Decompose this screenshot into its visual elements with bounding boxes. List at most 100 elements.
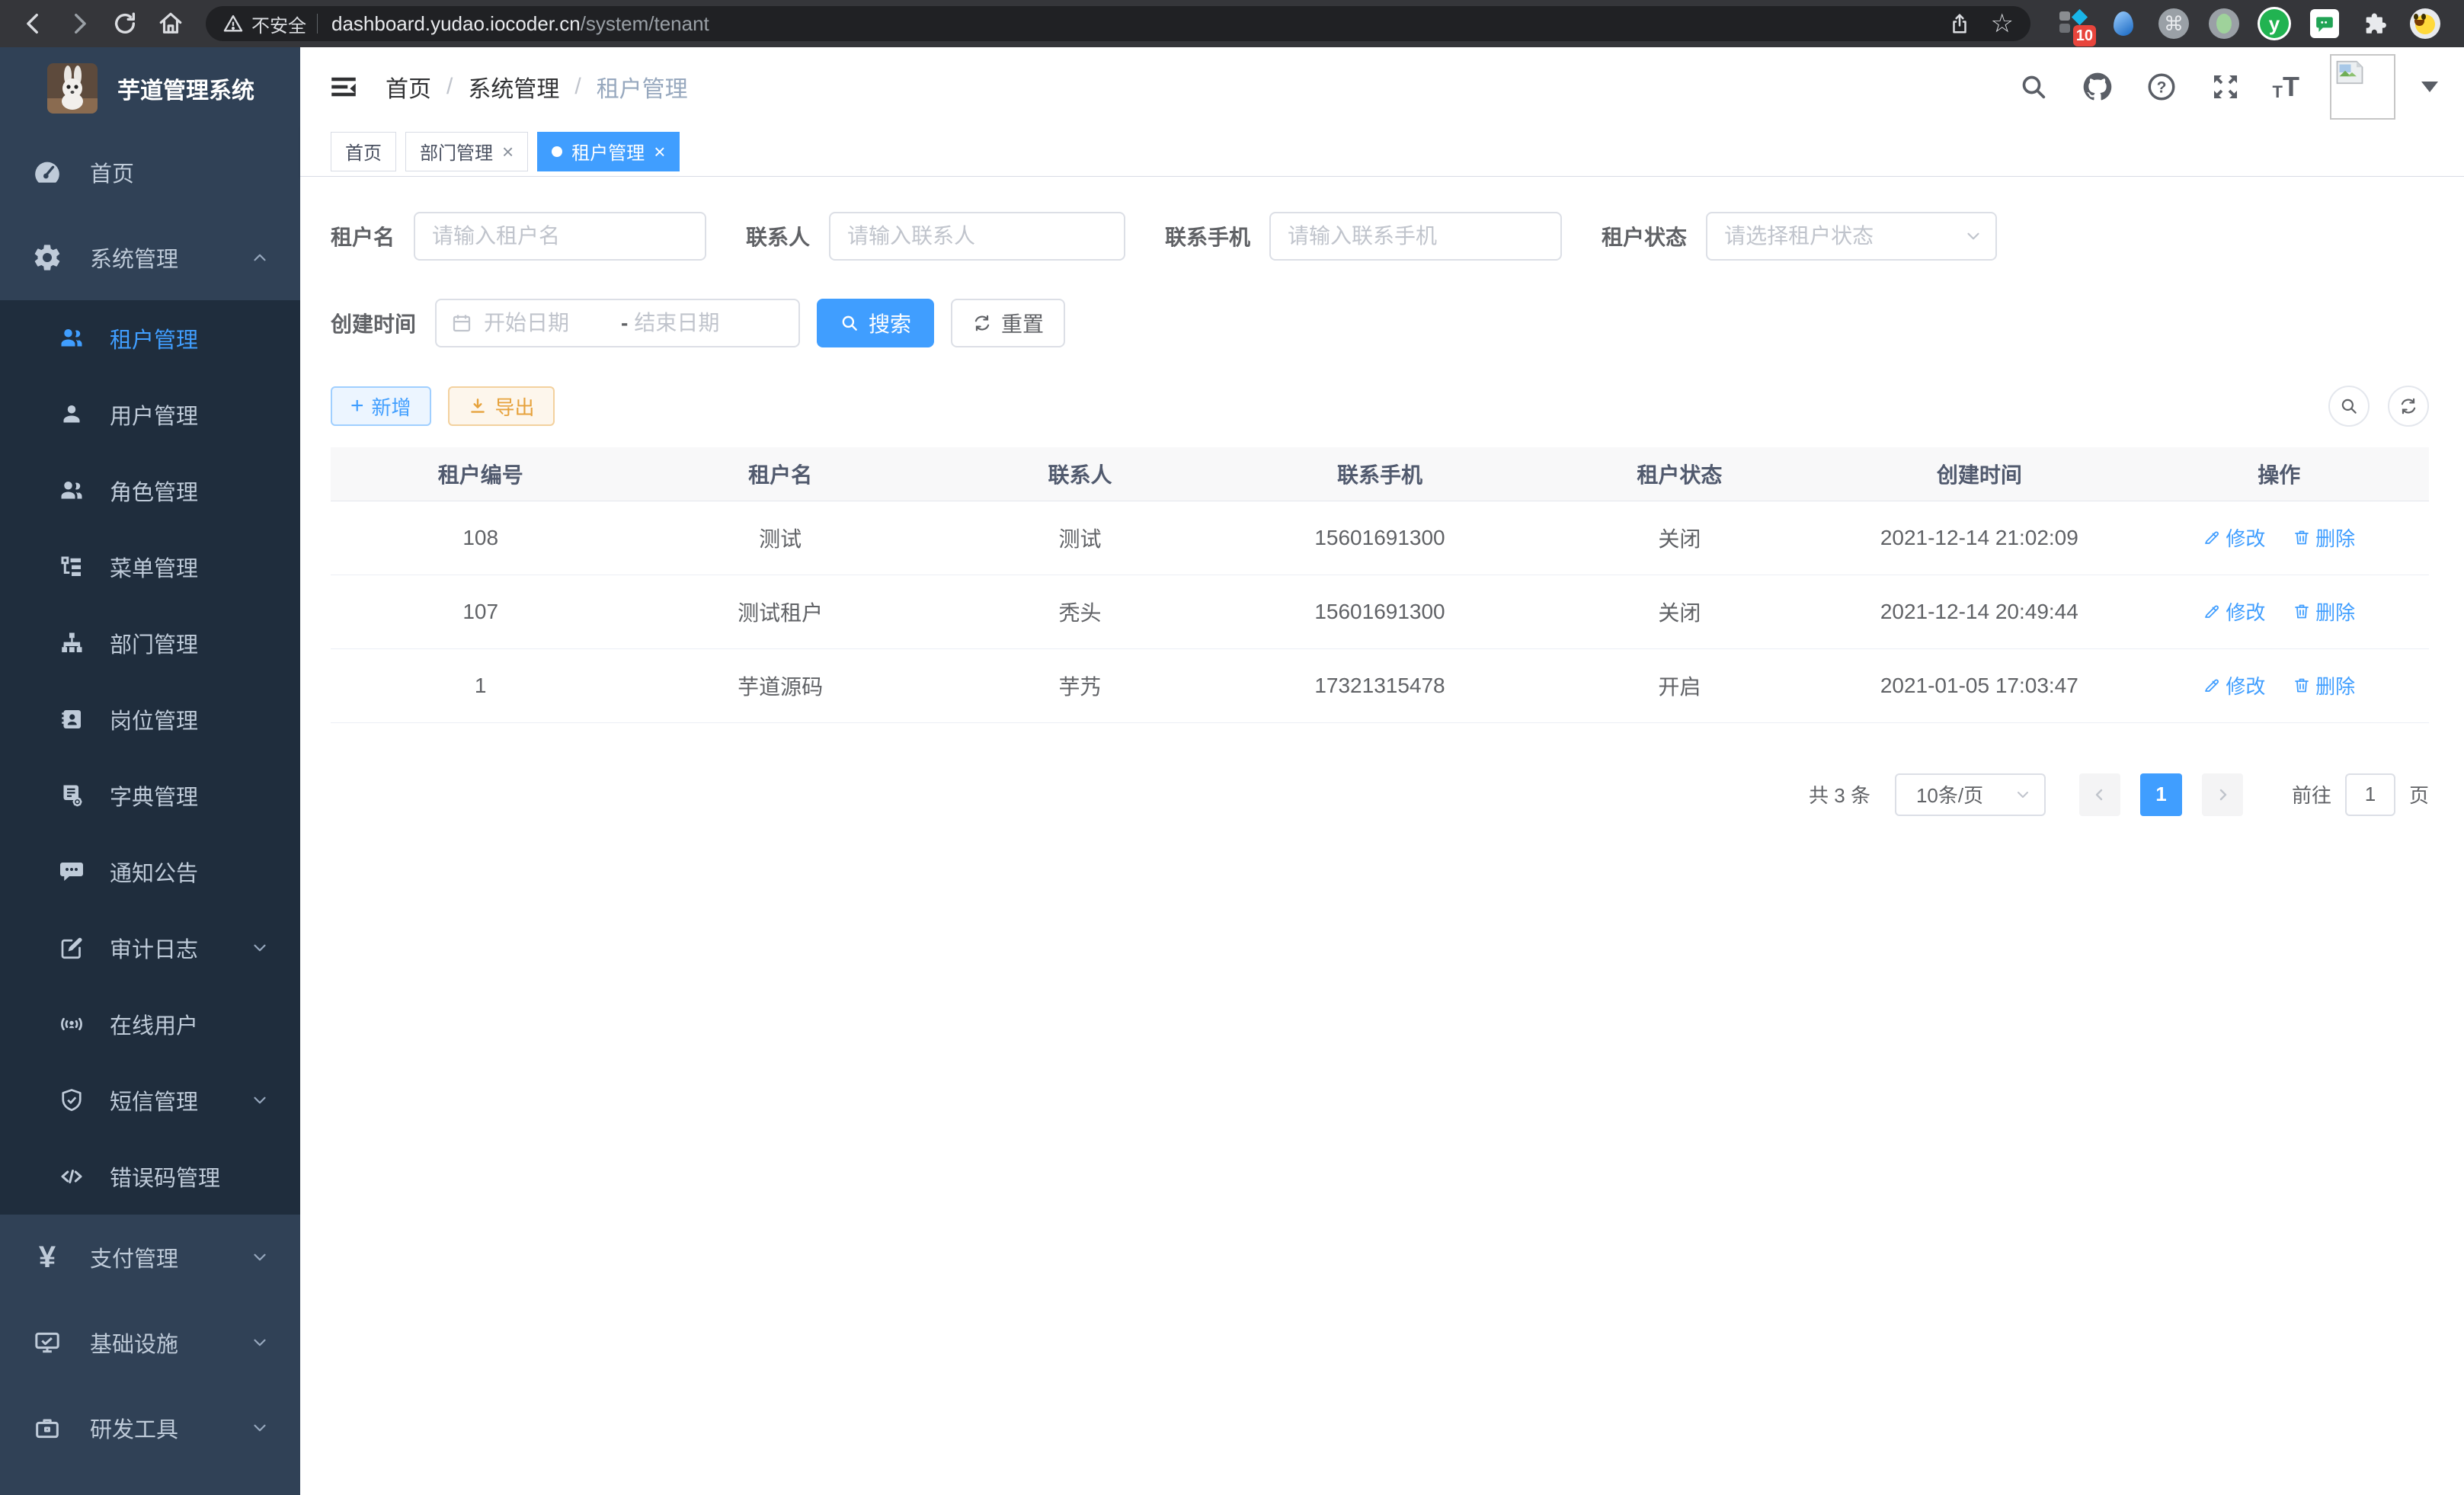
sidebar-collapse-icon[interactable] — [326, 69, 361, 104]
chevron-down-icon — [250, 938, 270, 958]
goto-label: 前往 — [2292, 780, 2331, 808]
date-range-separator: - — [621, 311, 628, 335]
monitor-icon — [30, 1326, 64, 1359]
chevron-left-icon — [2091, 786, 2109, 804]
contact-input[interactable] — [829, 212, 1125, 261]
back-icon[interactable] — [14, 4, 53, 43]
toggle-search-button[interactable] — [2328, 386, 2370, 427]
breadcrumb-system[interactable]: 系统管理 — [468, 70, 559, 104]
column-header: 操作 — [2130, 447, 2429, 501]
export-button[interactable]: 导出 — [448, 386, 555, 426]
home-icon[interactable] — [151, 4, 190, 43]
sidebar-item-devtools[interactable]: 研发工具 — [0, 1385, 300, 1471]
page-size-select[interactable]: 10条/页 — [1895, 773, 2046, 816]
extension-emoji-icon[interactable] — [2408, 7, 2442, 40]
sidebar-item-sms[interactable]: 短信管理 — [0, 1062, 300, 1138]
extension-y-icon[interactable]: y — [2258, 7, 2291, 40]
sidebar-item-home[interactable]: 首页 — [0, 130, 300, 215]
sidebar-item-label: 通知公告 — [110, 856, 198, 888]
next-page-button[interactable] — [2202, 773, 2243, 816]
sidebar-item-notice[interactable]: 通知公告 — [0, 834, 300, 910]
org-tree-icon — [56, 628, 87, 658]
chevron-up-icon — [250, 248, 270, 267]
users-icon — [56, 475, 87, 506]
cell-mobile: 15601691300 — [1230, 501, 1529, 575]
refresh-button[interactable] — [2388, 386, 2429, 427]
prev-page-button[interactable] — [2079, 773, 2120, 816]
table-toolbar: + 新增 导出 — [331, 386, 2429, 427]
column-header: 租户状态 — [1530, 447, 1829, 501]
cell-mobile: 17321315478 — [1230, 648, 1529, 722]
avatar[interactable] — [2330, 54, 2395, 120]
reset-button[interactable]: 重置 — [951, 299, 1065, 347]
search-button[interactable]: 搜索 — [817, 299, 934, 347]
date-start-input[interactable] — [484, 311, 615, 335]
github-icon[interactable] — [2081, 70, 2114, 104]
sidebar-item-label: 短信管理 — [110, 1084, 198, 1116]
cell-contact: 测试 — [930, 501, 1230, 575]
share-icon[interactable] — [1948, 12, 1971, 35]
edit-link[interactable]: 修改 — [2203, 523, 2265, 552]
chevron-down-icon — [2014, 786, 2032, 804]
status-select[interactable] — [1706, 212, 1997, 261]
close-icon[interactable]: × — [654, 142, 665, 162]
sidebar-item-tenant[interactable]: 租户管理 — [0, 300, 300, 376]
search-icon[interactable] — [2017, 70, 2050, 104]
sidebar-item-menu[interactable]: 菜单管理 — [0, 529, 300, 605]
bookmark-star-icon[interactable]: ☆ — [1991, 11, 2014, 37]
sidebar-item-error-code[interactable]: 错误码管理 — [0, 1138, 300, 1215]
extension-pinned-icon[interactable]: 10 — [2056, 7, 2090, 40]
status-select-input[interactable] — [1706, 212, 1997, 261]
cell-actions: 修改 删除 — [2130, 501, 2429, 575]
extensions-puzzle-icon[interactable] — [2358, 7, 2392, 40]
edit-icon — [2203, 602, 2221, 620]
extension-badge: 10 — [2073, 25, 2096, 46]
page-number-button[interactable]: 1 — [2140, 773, 2182, 816]
delete-link[interactable]: 删除 — [2293, 597, 2355, 626]
tab-tenant[interactable]: 租户管理 × — [537, 132, 680, 171]
forward-icon[interactable] — [59, 4, 99, 43]
date-range-picker[interactable]: - — [435, 299, 800, 347]
date-end-input[interactable] — [634, 311, 765, 335]
reload-icon[interactable] — [105, 4, 145, 43]
sidebar-item-dict[interactable]: 字典管理 — [0, 757, 300, 834]
delete-link[interactable]: 删除 — [2293, 523, 2355, 552]
cell-status: 关闭 — [1530, 575, 1829, 648]
edit-link[interactable]: 修改 — [2203, 671, 2265, 699]
goto-page-input[interactable] — [2345, 773, 2395, 816]
extension-record-icon[interactable] — [2207, 7, 2241, 40]
tab-dept[interactable]: 部门管理 × — [405, 132, 528, 171]
svg-text:?: ? — [2156, 78, 2166, 96]
help-icon[interactable]: ? — [2145, 70, 2178, 104]
font-size-icon[interactable]: TT — [2273, 73, 2299, 101]
url-bar[interactable]: 不安全 dashboard.yudao.iocoder.cn/system/te… — [206, 6, 2030, 41]
app-logo-row[interactable]: 芋道管理系统 — [0, 47, 300, 130]
breadcrumb-home[interactable]: 首页 — [386, 70, 431, 104]
fullscreen-icon[interactable] — [2209, 70, 2242, 104]
sidebar-item-audit-log[interactable]: 审计日志 — [0, 910, 300, 986]
sidebar-item-post[interactable]: 岗位管理 — [0, 681, 300, 757]
extension-balloon-icon[interactable] — [2107, 7, 2140, 40]
tab-home[interactable]: 首页 — [331, 132, 396, 171]
delete-link[interactable]: 删除 — [2293, 671, 2355, 699]
add-button[interactable]: + 新增 — [331, 386, 431, 426]
sidebar-item-role[interactable]: 角色管理 — [0, 453, 300, 529]
sidebar-item-label: 在线用户 — [110, 1008, 198, 1040]
caret-down-icon[interactable] — [2421, 82, 2438, 92]
edit-link[interactable]: 修改 — [2203, 597, 2265, 626]
close-icon[interactable]: × — [502, 142, 514, 162]
extension-chat-icon[interactable] — [2308, 7, 2341, 40]
tenant-name-input[interactable] — [414, 212, 706, 261]
sidebar-item-user[interactable]: 用户管理 — [0, 376, 300, 453]
filter-mobile: 联系手机 — [1165, 212, 1562, 261]
sidebar-item-infra[interactable]: 基础设施 — [0, 1300, 300, 1385]
sidebar-item-dept[interactable]: 部门管理 — [0, 605, 300, 681]
url-host: dashboard.yudao.iocoder.cn — [331, 12, 581, 35]
sidebar-item-system[interactable]: 系统管理 — [0, 215, 300, 300]
table-header-row: 租户编号 租户名 联系人 联系手机 租户状态 创建时间 操作 — [331, 447, 2429, 501]
mobile-input[interactable] — [1269, 212, 1562, 261]
sidebar-item-online-users[interactable]: 在线用户 — [0, 986, 300, 1062]
sidebar-item-payment[interactable]: ¥ 支付管理 — [0, 1215, 300, 1300]
extension-command-icon[interactable]: ⌘ — [2157, 7, 2190, 40]
cell-tenant-id: 108 — [331, 501, 630, 575]
